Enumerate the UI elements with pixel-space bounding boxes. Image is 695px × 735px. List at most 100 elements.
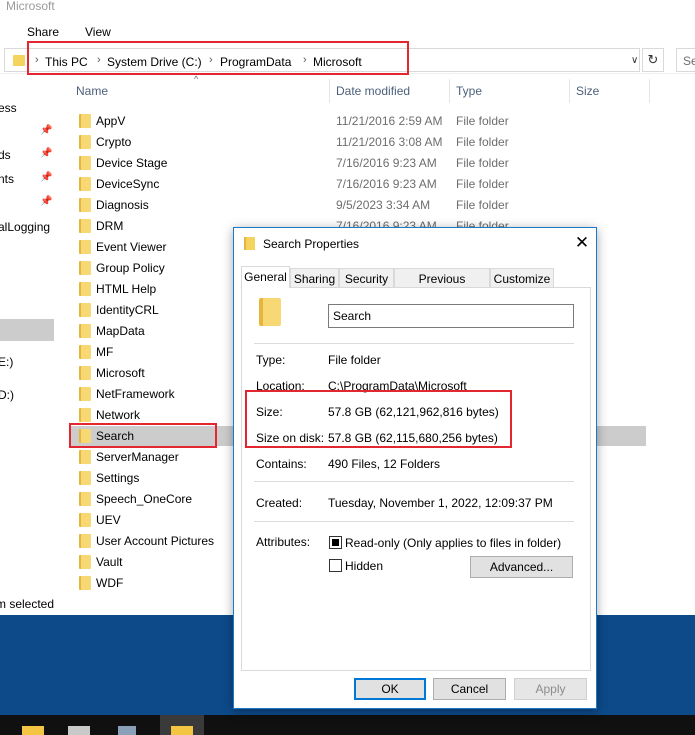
attributes-label: Attributes: <box>256 535 311 549</box>
advanced-button[interactable]: Advanced... <box>470 556 573 578</box>
file-type: File folder <box>456 177 509 191</box>
size-on-disk-label: Size on disk: <box>256 431 325 445</box>
taskbar-icon[interactable] <box>68 726 90 735</box>
breadcrumb-system-drive[interactable]: System Drive (C:) <box>107 55 202 69</box>
folder-icon <box>79 198 91 212</box>
file-name[interactable]: DRM <box>96 219 123 233</box>
size-label: Size: <box>256 405 283 419</box>
file-name[interactable]: Group Policy <box>96 261 165 275</box>
ribbon-tab-view[interactable]: View <box>85 25 111 39</box>
file-name[interactable]: Search <box>96 429 134 443</box>
file-name[interactable]: Crypto <box>96 135 131 149</box>
refresh-icon[interactable]: ↻ <box>642 48 664 72</box>
taskbar-active-item[interactable] <box>160 715 204 735</box>
readonly-checkbox[interactable] <box>329 536 342 549</box>
file-row[interactable]: DeviceSync 7/16/2016 9:23 AM File folder <box>0 173 650 194</box>
breadcrumb-this-pc[interactable]: This PC <box>45 55 88 69</box>
tab-previous-versions[interactable]: Previous Versions <box>394 268 490 300</box>
column-divider[interactable] <box>329 79 330 103</box>
file-name[interactable]: ServerManager <box>96 450 179 464</box>
file-name[interactable]: IdentityCRL <box>96 303 159 317</box>
column-divider[interactable] <box>569 79 570 103</box>
folder-name-input[interactable] <box>328 304 574 328</box>
file-name[interactable]: Settings <box>96 471 139 485</box>
chevron-right-icon[interactable]: › <box>35 54 39 66</box>
created-value: Tuesday, November 1, 2022, 12:09:37 PM <box>328 496 553 510</box>
file-row[interactable]: Diagnosis 9/5/2023 3:34 AM File folder <box>0 194 650 215</box>
gear-icon[interactable] <box>118 726 136 735</box>
file-date-modified: 7/16/2016 9:23 AM <box>336 156 437 170</box>
breadcrumb-programdata[interactable]: ProgramData <box>220 55 291 69</box>
chevron-right-icon[interactable]: › <box>303 54 307 66</box>
file-row[interactable]: Device Stage 7/16/2016 9:23 AM File folder <box>0 152 650 173</box>
file-date-modified: 11/21/2016 3:08 AM <box>336 135 443 149</box>
folder-icon <box>79 324 91 338</box>
file-name[interactable]: HTML Help <box>96 282 156 296</box>
file-type: File folder <box>456 135 509 149</box>
folder-icon <box>171 726 193 735</box>
file-name[interactable]: Microsoft <box>96 366 145 380</box>
tab-sharing[interactable]: Sharing <box>290 268 339 287</box>
file-row[interactable]: AppV 11/21/2016 2:59 AM File folder <box>0 110 650 131</box>
size-on-disk-value: 57.8 GB (62,115,680,256 bytes) <box>328 431 498 445</box>
folder-icon <box>79 219 91 233</box>
ribbon-tab-share[interactable]: Share <box>27 25 59 39</box>
file-name[interactable]: Device Stage <box>96 156 167 170</box>
file-name[interactable]: Vault <box>96 555 122 569</box>
column-header-name[interactable]: Name <box>76 84 108 98</box>
file-name[interactable]: UEV <box>96 513 121 527</box>
properties-dialog: Search Properties ✕ General Sharing Secu… <box>233 227 597 709</box>
address-bar[interactable]: › This PC › System Drive (C:) › ProgramD… <box>4 48 640 72</box>
folder-icon <box>79 408 91 422</box>
folder-icon <box>79 135 91 149</box>
close-button[interactable]: ✕ <box>570 232 594 254</box>
size-value: 57.8 GB (62,121,962,816 bytes) <box>328 405 499 419</box>
file-name[interactable]: DeviceSync <box>96 177 159 191</box>
column-header-type[interactable]: Type <box>456 84 482 98</box>
ok-button[interactable]: OK <box>354 678 426 700</box>
file-explorer-taskbar-icon[interactable] <box>22 726 44 735</box>
folder-icon <box>79 534 91 548</box>
hidden-label[interactable]: Hidden <box>345 559 383 573</box>
tab-customize[interactable]: Customize <box>490 268 554 287</box>
folder-icon <box>79 492 91 506</box>
file-date-modified: 9/5/2023 3:34 AM <box>336 198 431 212</box>
folder-icon <box>79 303 91 317</box>
tab-general[interactable]: General <box>241 266 290 288</box>
file-name[interactable]: Speech_OneCore <box>96 492 192 506</box>
folder-icon <box>79 114 91 128</box>
apply-button[interactable]: Apply <box>514 678 587 700</box>
file-row[interactable]: Crypto 11/21/2016 3:08 AM File folder <box>0 131 650 152</box>
file-name[interactable]: WDF <box>96 576 123 590</box>
column-header-size[interactable]: Size <box>576 84 599 98</box>
column-divider[interactable] <box>449 79 450 103</box>
hidden-checkbox[interactable] <box>329 559 342 572</box>
folder-icon <box>259 298 281 326</box>
file-date-modified: 11/21/2016 2:59 AM <box>336 114 443 128</box>
chevron-down-icon[interactable]: ∨ <box>631 55 638 66</box>
file-name[interactable]: Event Viewer <box>96 240 166 254</box>
file-date-modified: 7/16/2016 9:23 AM <box>336 177 437 191</box>
type-label: Type: <box>256 353 286 367</box>
location-label: Location: <box>256 379 305 393</box>
chevron-right-icon[interactable]: › <box>209 54 213 66</box>
tab-security[interactable]: Security <box>339 268 394 287</box>
folder-icon <box>79 555 91 569</box>
contains-value: 490 Files, 12 Folders <box>328 457 441 471</box>
readonly-label[interactable]: Read-only (Only applies to files in fold… <box>345 536 561 550</box>
file-name[interactable]: Network <box>96 408 140 422</box>
file-name[interactable]: Diagnosis <box>96 198 149 212</box>
file-name[interactable]: MapData <box>96 324 145 338</box>
column-divider[interactable] <box>649 79 650 103</box>
cancel-button[interactable]: Cancel <box>433 678 506 700</box>
folder-icon <box>79 576 91 590</box>
chevron-right-icon[interactable]: › <box>97 54 101 66</box>
breadcrumb-microsoft[interactable]: Microsoft <box>313 55 362 69</box>
file-name[interactable]: User Account Pictures <box>96 534 214 548</box>
folder-icon <box>79 177 91 191</box>
file-name[interactable]: NetFramework <box>96 387 175 401</box>
search-input[interactable]: Se <box>676 48 695 72</box>
file-name[interactable]: AppV <box>96 114 125 128</box>
file-name[interactable]: MF <box>96 345 113 359</box>
column-header-date[interactable]: Date modified <box>336 84 410 98</box>
